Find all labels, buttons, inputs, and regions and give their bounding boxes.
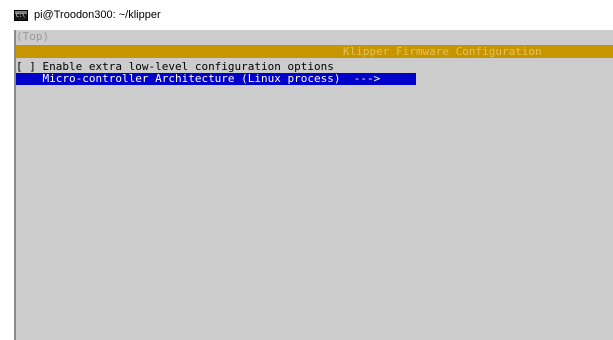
submenu-arrow: ---> — [353, 72, 381, 85]
window-left-border — [14, 30, 16, 340]
window-titlebar[interactable]: C:\ pi@Troodon300: ~/klipper — [14, 0, 613, 30]
menu-title-bar: Klipper Firmware Configuration — [14, 45, 613, 58]
option-label: Micro-controller Architecture (Linux pro… — [42, 72, 341, 85]
window-title: pi@Troodon300: ~/klipper — [34, 9, 161, 21]
menu-option-architecture[interactable]: Micro-controller Architecture (Linux pro… — [16, 73, 416, 85]
breadcrumb: (Top) — [16, 30, 50, 43]
menu-title: Klipper Firmware Configuration — [343, 45, 542, 58]
terminal-screen[interactable]: (Top) Klipper Firmware Configuration [ ]… — [14, 30, 613, 340]
terminal-window: C:\ pi@Troodon300: ~/klipper (Top) Klipp… — [0, 0, 613, 340]
console-icon: C:\ — [14, 9, 28, 21]
